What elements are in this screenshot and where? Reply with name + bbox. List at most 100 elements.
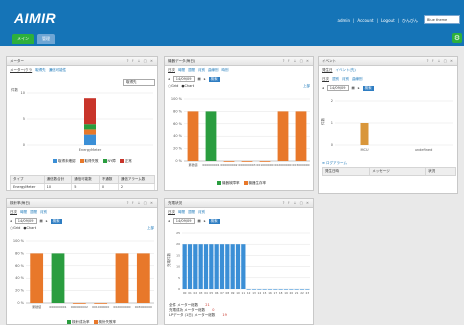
settings-gear-icon[interactable]: ⚙ — [452, 33, 462, 43]
date-field[interactable]: 14/09/09 — [172, 218, 195, 224]
y-tick-label: 0 — [23, 143, 25, 147]
panel-controls[interactable]: ? ↑ ↓ ▢ ✕ — [283, 59, 310, 63]
logout-link[interactable]: Logout — [381, 18, 395, 24]
y-tick-label: 0 % — [175, 159, 182, 163]
next-arrow-icon[interactable]: ▸ — [46, 219, 48, 223]
bar — [219, 244, 225, 289]
y-tick-label: 2 — [331, 99, 333, 103]
table-header: 通信数合計 — [43, 175, 73, 184]
panel-controls[interactable]: ? ↑ ↓ ▢ ✕ — [127, 59, 154, 63]
bar — [51, 253, 65, 303]
next-arrow-icon[interactable]: ▸ — [204, 219, 206, 223]
calendar-icon[interactable]: ▦ — [352, 86, 355, 90]
date-field[interactable]: 14/09/09 — [14, 218, 37, 224]
app-logo: AIMIR — [14, 10, 57, 26]
view-type: ○Grid ●Chart 上部 — [165, 83, 313, 90]
x-tick-label: 18 — [279, 291, 283, 295]
panel-subtabs: 日次 時間 週間 月別 — [168, 210, 205, 214]
chart-radio[interactable]: ●Chart — [181, 84, 194, 89]
y-tick-label: 0 % — [17, 301, 24, 305]
legend-item: NY障 — [102, 159, 116, 164]
x-tick-label: 02 — [194, 291, 198, 295]
date-toolbar: ◂ 14/09/09 ▦ ▸ 検索 — [319, 84, 457, 92]
calendar-icon[interactable]: ▦ — [40, 219, 43, 223]
y-tick-label: 10 — [176, 265, 180, 269]
bar — [193, 244, 198, 289]
search-button[interactable]: 検索 — [208, 218, 220, 224]
next-arrow-icon[interactable]: ▸ — [358, 86, 360, 90]
event-panel: イベント? ↑ ↓ ▢ ✕ 発生日 イベント(先) 日次 週別 月別 曲線別 ◂ 14/… — [318, 56, 458, 194]
help-link[interactable]: ひんびん — [402, 18, 418, 24]
theme-select[interactable]: Blue theme — [424, 15, 460, 24]
search-button[interactable]: 検索 — [362, 85, 374, 91]
bar — [187, 111, 199, 161]
y-tick-label: 5 — [178, 276, 180, 280]
user-link[interactable]: admin — [338, 18, 351, 24]
x-tick-label: 07 — [220, 291, 224, 295]
y-tick-label: 20 % — [15, 289, 25, 293]
event-bar-chart: 件数 2 1 0 MCU undefined — [321, 99, 453, 152]
x-tick-label: 15 — [263, 291, 267, 295]
device-legend: 機器故障率 機器生存率 — [217, 181, 266, 186]
account-link[interactable]: Account — [357, 18, 373, 24]
date-field[interactable]: 14/09/09 — [172, 76, 195, 82]
calendar-icon[interactable]: ▦ — [198, 77, 201, 81]
x-tick-label: 12 — [247, 291, 251, 295]
x-tick-label: 11 — [242, 291, 246, 295]
x-tick-label: 13 — [252, 291, 256, 295]
x-tick-label: 20 — [290, 291, 294, 295]
bar-segment — [84, 129, 96, 135]
subtab[interactable]: 取得先 — [35, 68, 46, 73]
next-arrow-icon[interactable]: ▸ — [204, 77, 206, 81]
panel-controls[interactable]: ? ↑ ↓ ▢ ✕ — [427, 59, 454, 63]
source-select[interactable]: 取得先 — [123, 79, 155, 86]
prev-arrow-icon[interactable]: ◂ — [322, 86, 324, 90]
reading-rate-panel: 検針率(毎日)? ↑ ↓ ▢ ✕ 日次 時間 週間 月別 ◂ 14/09/09 ▦ ▸… — [6, 198, 158, 325]
charging-bar-chart: 充電件数252015105000 01 02 03 04 05 06 07 08 09 10 11 12… — [166, 231, 310, 295]
bar — [187, 244, 193, 289]
x-tick-label: 累積値 — [188, 162, 197, 167]
date-field[interactable]: 14/09/09 — [326, 85, 349, 91]
x-tick-label: 10 — [236, 291, 240, 295]
y-tick-label: 40 % — [173, 134, 183, 138]
prev-arrow-icon[interactable]: ◂ — [168, 77, 170, 81]
bar — [214, 244, 219, 289]
y-tick-label: 20 — [176, 242, 180, 246]
search-button[interactable]: 検索 — [208, 76, 220, 82]
top-link[interactable]: 上部 — [147, 226, 154, 231]
grid-radio[interactable]: ○Grid — [10, 226, 20, 231]
chart-radio[interactable]: ●Chart — [23, 226, 36, 231]
panel-controls[interactable]: ? ↑ ↓ ▢ ✕ — [127, 201, 154, 205]
tab-main[interactable]: メイン — [12, 34, 34, 44]
y-tick-label: 80 % — [15, 251, 25, 255]
bar — [203, 244, 209, 289]
bar — [278, 289, 283, 290]
top-link[interactable]: 上部 — [303, 84, 310, 89]
panel-controls[interactable]: ? ↑ ↓ ▢ ✕ — [283, 201, 310, 205]
prev-arrow-icon[interactable]: ◂ — [168, 219, 170, 223]
y-tick-label: 0 — [331, 143, 333, 147]
alarm-log-heading: ≡ ログアラーム — [322, 161, 347, 165]
y-tick-label: 100 % — [171, 97, 183, 101]
calendar-icon[interactable]: ▦ — [198, 219, 201, 223]
y-tick-label: 60 % — [15, 264, 25, 268]
grid-radio[interactable]: ○Grid — [168, 84, 178, 89]
subtab[interactable]: 通信可能性 — [49, 68, 67, 73]
x-tick-label: 06 — [215, 291, 219, 295]
tab-admin[interactable]: 管理 — [37, 34, 55, 44]
bar — [241, 161, 253, 162]
charging-panel: 充電状況? ↑ ↓ ▢ ✕ 日次 時間 週間 月別 ◂ 14/09/09 ▦ ▸ 検索… — [164, 198, 314, 325]
bar — [251, 289, 257, 290]
panel-subtabs: 発生日 イベント(先) — [322, 68, 356, 72]
search-button[interactable]: 検索 — [50, 218, 62, 224]
subtab[interactable]: メーター/クラ — [10, 68, 32, 73]
bar — [289, 289, 294, 290]
reading-legend: 検針成功率 検針失敗率 — [67, 320, 116, 324]
prev-arrow-icon[interactable]: ◂ — [10, 219, 12, 223]
table-header: 通信可能数 — [71, 175, 100, 184]
x-tick-label: 000000003 — [238, 163, 255, 167]
table-header: 不通数 — [98, 175, 119, 184]
table-row[interactable]: EnergyMeter 10 5 0 2 — [10, 183, 156, 190]
table-header: 通信アラーム数 — [117, 175, 156, 184]
bar — [294, 289, 299, 290]
